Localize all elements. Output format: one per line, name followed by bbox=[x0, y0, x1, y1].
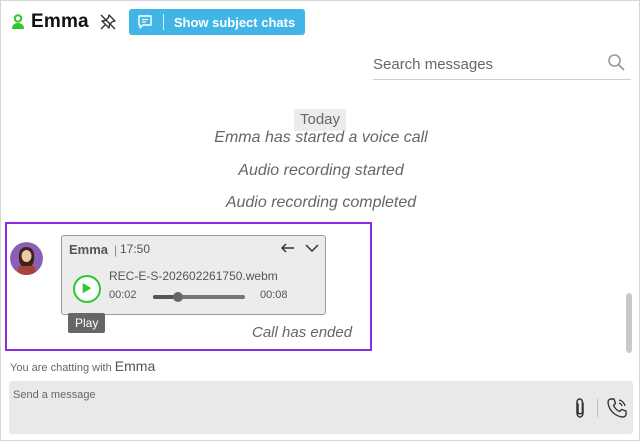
play-tooltip: Play bbox=[68, 313, 106, 333]
chatting-with-prefix: You are chatting with bbox=[10, 362, 112, 374]
system-message: Audio recording started bbox=[238, 162, 404, 179]
chatting-with-name: Emma bbox=[114, 358, 156, 374]
message-input[interactable] bbox=[13, 389, 533, 423]
audio-seek-bar[interactable] bbox=[153, 292, 245, 302]
chatting-with-label: You are chatting with Emma bbox=[10, 358, 155, 374]
button-divider bbox=[162, 14, 164, 30]
pin-off-icon[interactable] bbox=[99, 13, 117, 31]
call-ended-message: Call has ended bbox=[252, 324, 353, 341]
play-icon bbox=[82, 283, 92, 294]
audio-seek-handle[interactable] bbox=[172, 292, 183, 302]
phone-icon[interactable] bbox=[606, 397, 628, 419]
search-box bbox=[373, 50, 631, 80]
date-separator: Today bbox=[294, 109, 346, 131]
search-icon[interactable] bbox=[607, 53, 625, 71]
message-time: 17:50 bbox=[120, 242, 151, 256]
reply-icon[interactable] bbox=[280, 241, 296, 255]
chevron-down-icon[interactable] bbox=[304, 241, 320, 255]
show-subject-chats-label: Show subject chats bbox=[173, 14, 296, 30]
search-input[interactable] bbox=[373, 50, 593, 78]
paperclip-icon[interactable] bbox=[572, 397, 588, 419]
chat-window: Emma Show subject chats Today Emma has s… bbox=[0, 0, 640, 441]
audio-file-name: REC-E-S-202602261750.webm bbox=[109, 269, 278, 283]
message-sender: Emma bbox=[69, 242, 109, 257]
contact-name-title: Emma bbox=[31, 11, 89, 32]
compose-box bbox=[9, 381, 633, 434]
audio-duration: 00:08 bbox=[260, 289, 288, 301]
chat-bubble-icon bbox=[138, 15, 152, 29]
sender-time-divider: | bbox=[114, 243, 118, 257]
chat-header: Emma Show subject chats bbox=[11, 9, 306, 35]
audio-current-time: 00:02 bbox=[109, 289, 137, 301]
scrollbar[interactable] bbox=[626, 293, 632, 353]
system-message: Emma has started a voice call bbox=[214, 129, 428, 146]
system-message: Audio recording completed bbox=[225, 194, 417, 211]
avatar bbox=[10, 242, 43, 275]
user-online-icon bbox=[12, 14, 24, 29]
play-button[interactable] bbox=[73, 275, 101, 303]
show-subject-chats-button[interactable]: Show subject chats bbox=[128, 9, 306, 35]
audio-message-bubble: Emma | 17:50 REC-E-S-202602261750.webm 0… bbox=[61, 235, 326, 315]
compose-divider bbox=[597, 399, 598, 417]
